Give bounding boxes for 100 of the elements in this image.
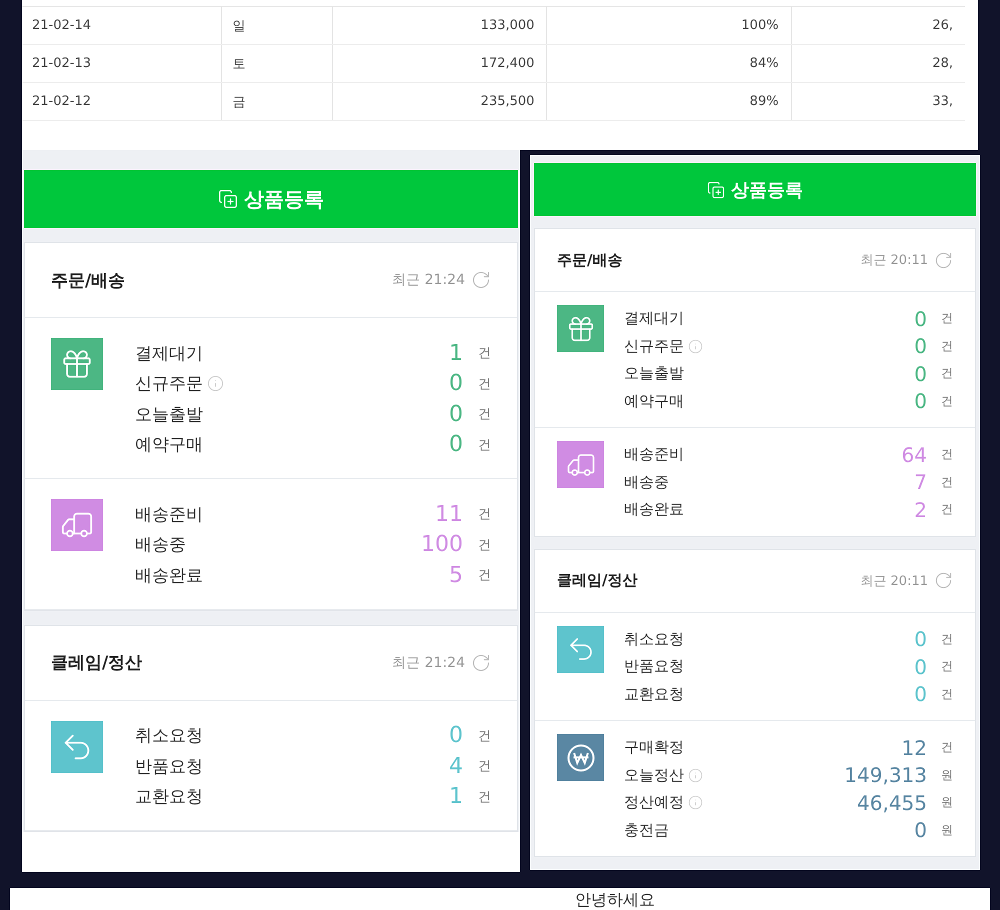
status-count[interactable]: 0 bbox=[449, 432, 463, 458]
count-unit: 건 bbox=[940, 501, 953, 518]
count-unit: 원 bbox=[940, 766, 953, 784]
count-unit: 건 bbox=[940, 658, 953, 676]
status-label[interactable]: 충전금 bbox=[624, 820, 669, 840]
won-coin-icon bbox=[566, 742, 596, 772]
info-icon[interactable] bbox=[688, 768, 703, 783]
rate-cell: 84% bbox=[546, 44, 792, 82]
weekday-cell: 토 bbox=[222, 44, 333, 82]
refresh-icon[interactable] bbox=[934, 250, 953, 270]
status-label[interactable]: 결제대기 bbox=[135, 342, 203, 365]
date-cell: 21-02-13 bbox=[22, 44, 222, 82]
status-label[interactable]: 배송준비 bbox=[624, 445, 684, 464]
count-unit: 건 bbox=[477, 758, 491, 776]
status-label[interactable]: 취소요청 bbox=[624, 630, 684, 649]
status-count[interactable]: 100 bbox=[421, 532, 463, 558]
count-unit: 건 bbox=[477, 567, 491, 584]
status-count[interactable]: 0 bbox=[914, 818, 927, 842]
amount-cell: 172,400 bbox=[332, 44, 547, 82]
status-label[interactable]: 오늘정산 bbox=[624, 766, 684, 785]
table-cell: 33, bbox=[791, 82, 965, 120]
status-label[interactable]: 예약구매 bbox=[624, 392, 684, 411]
info-icon[interactable] bbox=[207, 375, 224, 392]
refresh-icon[interactable] bbox=[934, 571, 953, 590]
status-label[interactable]: 반품요청 bbox=[135, 754, 203, 778]
last-updated-time: 최근 21:24 bbox=[392, 654, 465, 672]
count-unit: 건 bbox=[477, 728, 491, 745]
status-count[interactable]: 0 bbox=[914, 362, 927, 386]
card-title: 주문/배송 bbox=[557, 250, 622, 270]
status-label[interactable]: 배송완료 bbox=[624, 500, 684, 520]
table-cell: 28, bbox=[791, 44, 965, 82]
status-count[interactable]: 0 bbox=[914, 627, 927, 652]
status-label[interactable]: 배송준비 bbox=[135, 502, 203, 526]
weekday-cell: 금 bbox=[222, 82, 333, 120]
status-label[interactable]: 오늘출발 bbox=[135, 402, 203, 426]
status-label[interactable]: 교환요청 bbox=[135, 785, 203, 808]
status-count[interactable]: 0 bbox=[449, 723, 463, 748]
status-label[interactable]: 신규주문 bbox=[135, 372, 203, 396]
status-count[interactable]: 0 bbox=[914, 654, 927, 679]
card-title: 클레임/정산 bbox=[51, 652, 142, 674]
card-title: 주문/배송 bbox=[51, 270, 126, 292]
status-count[interactable]: 0 bbox=[914, 334, 927, 358]
status-count[interactable]: 12 bbox=[902, 736, 927, 760]
count-unit: 건 bbox=[940, 392, 953, 410]
count-unit: 건 bbox=[940, 474, 953, 491]
status-count[interactable]: 64 bbox=[902, 442, 927, 467]
status-label[interactable]: 배송중 bbox=[624, 472, 669, 492]
status-count[interactable]: 0 bbox=[449, 371, 463, 396]
count-unit: 건 bbox=[940, 446, 953, 464]
status-label[interactable]: 배송완료 bbox=[135, 564, 203, 587]
card-title: 클레임/정산 bbox=[557, 571, 638, 590]
count-unit: 건 bbox=[477, 536, 491, 554]
status-label[interactable]: 구매확정 bbox=[624, 738, 684, 758]
count-unit: 건 bbox=[940, 365, 953, 382]
info-icon[interactable] bbox=[688, 795, 703, 810]
count-unit: 건 bbox=[477, 506, 491, 524]
status-count[interactable]: 46,455 bbox=[857, 790, 927, 815]
count-unit: 원 bbox=[940, 794, 953, 812]
status-count[interactable]: 0 bbox=[449, 402, 463, 427]
status-label[interactable]: 배송중 bbox=[135, 533, 186, 556]
last-updated-time: 최근 20:11 bbox=[860, 252, 928, 269]
status-label[interactable]: 정산예정 bbox=[624, 793, 684, 812]
product-register-button[interactable]: 상품등록 bbox=[534, 163, 976, 216]
status-label[interactable]: 교환요청 bbox=[624, 684, 684, 704]
status-count[interactable]: 149,313 bbox=[844, 763, 927, 788]
status-label[interactable]: 반품요청 bbox=[624, 657, 684, 676]
count-unit: 건 bbox=[477, 345, 491, 362]
status-count[interactable]: 0 bbox=[914, 306, 927, 331]
status-count[interactable]: 7 bbox=[914, 470, 927, 494]
status-count[interactable]: 4 bbox=[449, 754, 463, 779]
count-unit: 건 bbox=[940, 310, 953, 328]
count-unit: 건 bbox=[477, 406, 491, 424]
rate-cell: 100% bbox=[546, 6, 792, 44]
add-document-icon bbox=[707, 180, 725, 198]
last-updated-time: 최근 20:11 bbox=[860, 572, 928, 590]
amount-cell: 235,500 bbox=[332, 82, 547, 120]
last-updated-time: 최근 21:24 bbox=[392, 271, 465, 289]
count-unit: 건 bbox=[940, 686, 953, 703]
count-unit: 건 bbox=[477, 376, 491, 393]
status-label[interactable]: 예약구매 bbox=[135, 433, 203, 456]
status-label[interactable]: 오늘출발 bbox=[624, 364, 684, 384]
amount-cell: 133,000 bbox=[332, 6, 547, 44]
status-label[interactable]: 취소요청 bbox=[135, 724, 203, 748]
status-count[interactable]: 2 bbox=[914, 498, 927, 522]
status-count[interactable]: 5 bbox=[449, 562, 463, 588]
refresh-icon[interactable] bbox=[471, 652, 491, 672]
status-count[interactable]: 1 bbox=[449, 784, 463, 810]
info-icon[interactable] bbox=[688, 338, 703, 354]
status-label[interactable]: 신규주문 bbox=[624, 336, 684, 356]
count-unit: 건 bbox=[477, 788, 491, 806]
product-register-button[interactable]: 상품등록 bbox=[24, 170, 518, 228]
status-count[interactable]: 0 bbox=[914, 389, 927, 414]
status-count[interactable]: 11 bbox=[435, 502, 463, 527]
count-unit: 건 bbox=[477, 436, 491, 454]
add-document-icon bbox=[218, 189, 238, 209]
refresh-icon[interactable] bbox=[471, 270, 491, 290]
weekday-cell: 일 bbox=[222, 6, 333, 44]
status-count[interactable]: 1 bbox=[449, 340, 463, 366]
status-label[interactable]: 결제대기 bbox=[624, 309, 684, 328]
status-count[interactable]: 0 bbox=[914, 682, 927, 706]
